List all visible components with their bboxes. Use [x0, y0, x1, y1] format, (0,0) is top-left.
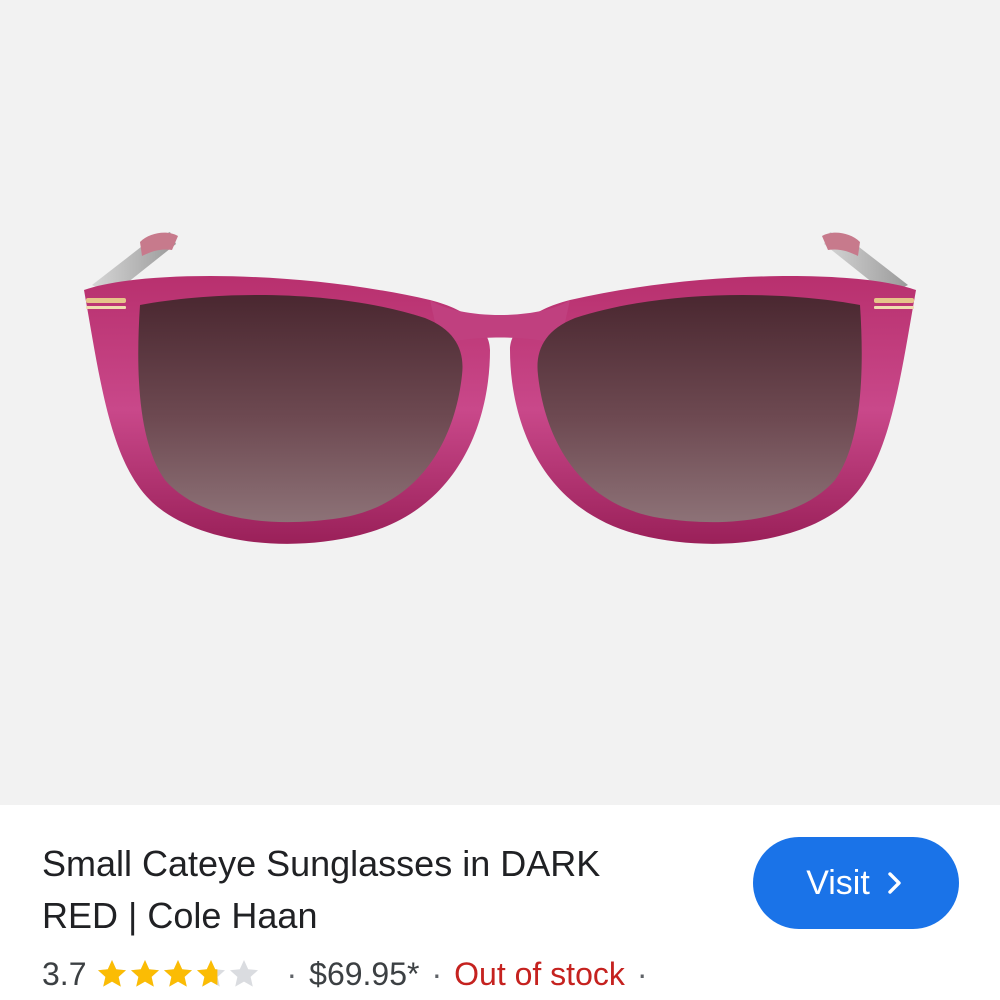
- star-full-icon: [98, 960, 127, 987]
- product-title-line1: Small Cateye Sunglasses in DARK: [42, 843, 601, 884]
- separator: ·: [286, 955, 298, 992]
- star-full-icon: [131, 960, 160, 987]
- star-full-icon: [164, 960, 193, 987]
- product-title-line2: RED | Cole Haan: [42, 895, 318, 936]
- star-empty-icon: [230, 960, 259, 987]
- rating-stars: [96, 958, 260, 990]
- product-meta-row: 3.7 · $69.95* · Out of stock ·: [42, 948, 982, 1000]
- product-image[interactable]: [0, 0, 1000, 805]
- visit-button-label: Visit: [806, 863, 870, 902]
- separator: ·: [636, 955, 648, 992]
- chevron-right-icon: [888, 872, 901, 894]
- visit-button[interactable]: Visit: [753, 837, 959, 929]
- rating-value: 3.7: [42, 955, 87, 992]
- product-title[interactable]: Small Cateye Sunglasses in DARK RED | Co…: [42, 838, 732, 942]
- separator: ·: [431, 955, 443, 992]
- star-partial-icon: [197, 960, 226, 987]
- sunglasses-image: [84, 232, 916, 544]
- stock-status: Out of stock: [454, 955, 625, 992]
- price: $69.95*: [309, 955, 420, 992]
